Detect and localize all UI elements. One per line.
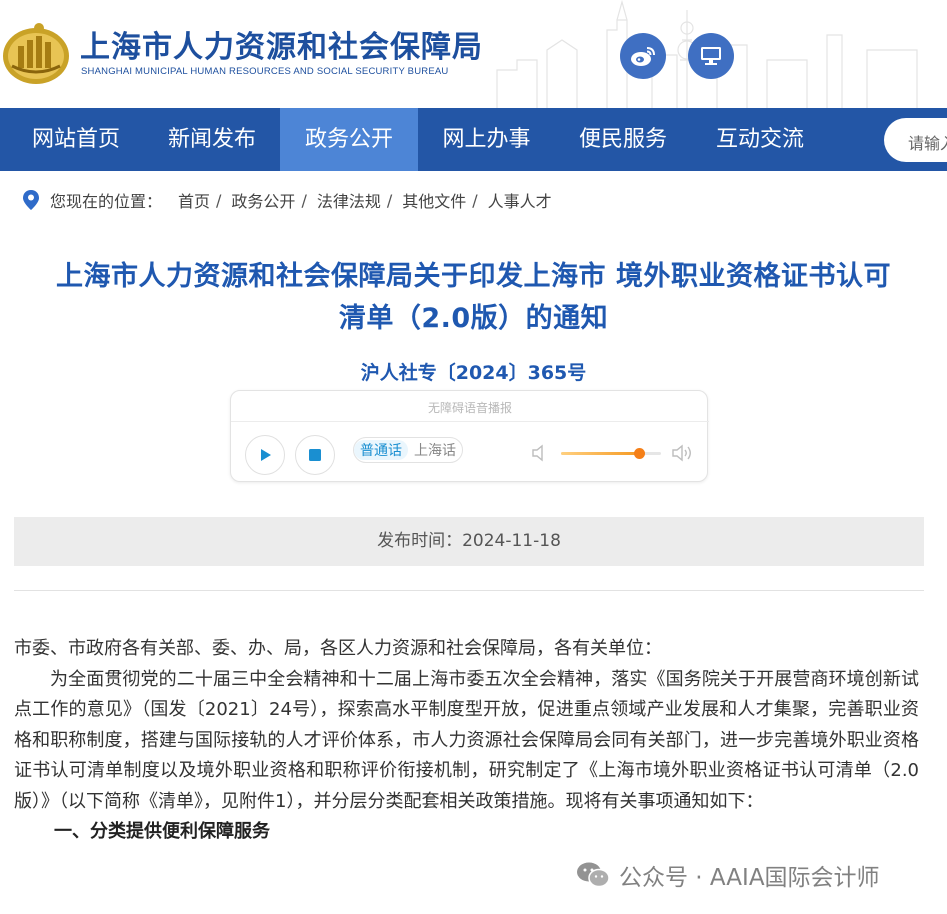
- nav-item-home[interactable]: 网站首页: [8, 108, 144, 171]
- volume-slider-fill: [561, 452, 639, 455]
- publish-date-value: 2024-11-18: [462, 531, 561, 551]
- document-number: 沪人社专〔2024〕365号: [360, 362, 587, 384]
- document-title-line2: 清单（2.0版）的通知: [338, 303, 609, 334]
- document-title-line1: 上海市人力资源和社会保障局关于印发上海市 境外职业资格证书认可: [56, 261, 891, 292]
- stop-icon: [309, 449, 321, 461]
- desktop-icon: [701, 47, 721, 65]
- location-pin-icon: [23, 190, 39, 210]
- main-nav: 网站首页 新闻发布 政务公开 网上办事 便民服务 互动交流 请输入: [0, 108, 947, 171]
- play-icon: [261, 449, 271, 461]
- document-title: 上海市人力资源和社会保障局关于印发上海市 境外职业资格证书认可 清单（2.0版）…: [0, 256, 947, 340]
- stop-button[interactable]: [295, 435, 335, 475]
- bureau-logo-emblem: [3, 23, 69, 84]
- desktop-version-button[interactable]: [688, 33, 734, 79]
- watermark-text: 公众号 · AAIA国际会计师: [619, 865, 880, 891]
- audio-player-label: 无障碍语音播报: [427, 401, 512, 415]
- breadcrumb-item-personnel[interactable]: 人事人才: [488, 188, 552, 212]
- breadcrumb-separator: /: [386, 190, 393, 210]
- publish-date-bar: 发布时间：2024-11-18: [14, 517, 924, 566]
- nav-item-news[interactable]: 新闻发布: [144, 108, 280, 171]
- salutation: 市委、市政府各有关部、委、办、局，各区人力资源和社会保障局，各有关单位：: [14, 638, 662, 659]
- volume-slider[interactable]: [561, 448, 661, 459]
- search-input[interactable]: 请输入: [884, 118, 947, 162]
- wechat-icon: [577, 862, 610, 888]
- breadcrumb-item-home[interactable]: 首页: [178, 188, 210, 212]
- volume-slider-handle[interactable]: [634, 448, 645, 459]
- content-divider: [14, 590, 924, 591]
- weibo-button[interactable]: [620, 33, 666, 79]
- nav-item-public-services[interactable]: 便民服务: [555, 108, 691, 171]
- volume-high-icon[interactable]: [671, 441, 695, 465]
- audio-divider: [231, 421, 709, 422]
- dialect-option-shanghainese[interactable]: 上海话: [408, 440, 462, 460]
- site-header: 上海市人力资源和社会保障局 SHANGHAI MUNICIPAL HUMAN R…: [0, 0, 947, 108]
- body-paragraph: 为全面贯彻党的二十届三中全会精神和十二届上海市委五次全会精神，落实《国务院关于开…: [14, 668, 919, 812]
- breadcrumb: 您现在的位置： 首页 / 政务公开 / 法律法规 / 其他文件 / 人事人才: [22, 188, 558, 212]
- volume-low-icon[interactable]: [531, 443, 549, 463]
- breadcrumb-separator: /: [472, 190, 478, 210]
- nav-item-interaction[interactable]: 互动交流: [691, 108, 829, 171]
- section-heading: 一、分类提供便利保障服务: [54, 821, 270, 842]
- nav-item-online-services[interactable]: 网上办事: [418, 108, 555, 171]
- site-title[interactable]: 上海市人力资源和社会保障局: [80, 22, 483, 66]
- breadcrumb-separator: /: [301, 190, 307, 210]
- dialect-toggle: 普通话 上海话: [353, 437, 463, 463]
- play-button[interactable]: [245, 435, 285, 475]
- breadcrumb-separator: /: [216, 190, 222, 210]
- nav-item-government-affairs[interactable]: 政务公开: [280, 108, 418, 171]
- breadcrumb-item-laws[interactable]: 法律法规: [317, 188, 381, 212]
- breadcrumb-prefix: 您现在的位置：: [50, 192, 163, 211]
- weibo-icon: [631, 47, 655, 66]
- wechat-watermark: 公众号 · AAIA国际会计师: [575, 858, 880, 892]
- publish-date-label: 发布时间：: [377, 531, 463, 551]
- site-subtitle: SHANGHAI MUNICIPAL HUMAN RESOURCES AND S…: [81, 66, 449, 77]
- breadcrumb-item-government-affairs[interactable]: 政务公开: [231, 188, 295, 212]
- dialect-option-mandarin[interactable]: 普通话: [354, 440, 408, 460]
- document-body: 市委、市政府各有关部、委、办、局，各区人力资源和社会保障局，各有关单位： 为全面…: [14, 634, 919, 848]
- search-placeholder: 请输入: [908, 134, 947, 153]
- accessibility-audio-player: 无障碍语音播报 普通话 上海话: [230, 390, 709, 482]
- breadcrumb-item-other-documents[interactable]: 其他文件: [402, 188, 466, 212]
